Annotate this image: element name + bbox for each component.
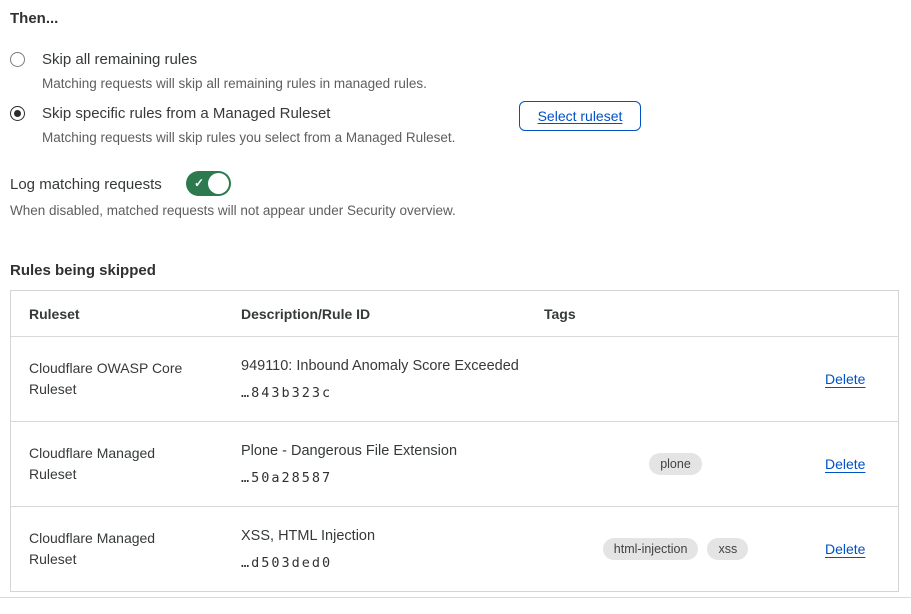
table-row: Cloudflare Managed Ruleset XSS, HTML Inj…: [11, 506, 898, 591]
delete-rule-link[interactable]: Delete: [825, 456, 865, 472]
rule-description: 949110: Inbound Anomaly Score Exceeded: [241, 358, 526, 375]
rules-being-skipped-table: Ruleset Description/Rule ID Tags Cloudfl…: [10, 290, 899, 592]
rules-being-skipped-heading: Rules being skipped: [10, 262, 156, 279]
tag-badge: html-injection: [603, 538, 699, 560]
option-skip-all-label[interactable]: Skip all remaining rules: [42, 50, 602, 69]
log-matching-requests-label: Log matching requests: [10, 176, 162, 193]
column-header-tags: Tags: [526, 291, 807, 336]
rule-id: …843b323c: [241, 385, 526, 401]
tag-badge: plone: [649, 453, 702, 475]
tags-cell: [526, 337, 807, 421]
rule-description-cell: XSS, HTML Injection …d503ded0: [223, 507, 526, 591]
option-skip-all-remaining: Skip all remaining rules Matching reques…: [10, 50, 602, 92]
table-header-row: Ruleset Description/Rule ID Tags: [11, 291, 898, 336]
option-skip-all-description: Matching requests will skip all remainin…: [42, 75, 602, 92]
delete-rule-link[interactable]: Delete: [825, 371, 865, 387]
column-header-description-rule-id: Description/Rule ID: [223, 291, 526, 336]
column-header-ruleset: Ruleset: [11, 291, 223, 336]
rule-id: …50a28587: [241, 470, 526, 486]
option-skip-specific-label[interactable]: Skip specific rules from a Managed Rules…: [42, 104, 602, 123]
rule-description-cell: Plone - Dangerous File Extension …50a285…: [223, 422, 526, 506]
rule-description: XSS, HTML Injection: [241, 528, 526, 545]
option-skip-specific-description: Matching requests will skip rules you se…: [42, 129, 602, 146]
radio-skip-specific-rules[interactable]: [10, 106, 25, 121]
option-skip-specific-rules: Skip specific rules from a Managed Rules…: [10, 104, 602, 146]
actions-cell: Delete: [807, 337, 898, 421]
rule-description-cell: 949110: Inbound Anomaly Score Exceeded ……: [223, 337, 526, 421]
radio-skip-all-remaining[interactable]: [10, 52, 25, 67]
select-ruleset-button[interactable]: Select ruleset: [519, 101, 641, 131]
table-row: Cloudflare Managed Ruleset Plone - Dange…: [11, 421, 898, 506]
section-divider: [0, 597, 911, 598]
then-heading: Then...: [10, 10, 58, 27]
tag-badge: xss: [707, 538, 748, 560]
log-matching-requests-toggle[interactable]: ✓: [186, 171, 231, 196]
ruleset-name: Cloudflare Managed Ruleset: [11, 507, 223, 591]
actions-cell: Delete: [807, 422, 898, 506]
actions-cell: Delete: [807, 507, 898, 591]
ruleset-name: Cloudflare OWASP Core Ruleset: [11, 337, 223, 421]
rule-description: Plone - Dangerous File Extension: [241, 443, 526, 460]
table-row: Cloudflare OWASP Core Ruleset 949110: In…: [11, 336, 898, 421]
tags-cell: html-injection xss: [526, 507, 807, 591]
tags-cell: plone: [526, 422, 807, 506]
check-icon: ✓: [194, 175, 204, 191]
log-matching-requests-description: When disabled, matched requests will not…: [10, 203, 456, 218]
toggle-knob: [208, 173, 229, 194]
ruleset-name: Cloudflare Managed Ruleset: [11, 422, 223, 506]
rule-id: …d503ded0: [241, 555, 526, 571]
column-header-actions: [807, 291, 898, 336]
delete-rule-link[interactable]: Delete: [825, 541, 865, 557]
